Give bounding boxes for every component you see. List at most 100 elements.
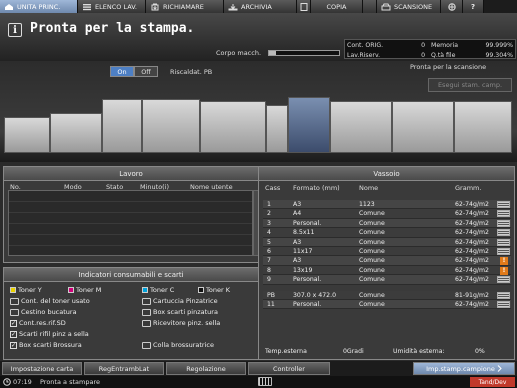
toner-y-icon (10, 287, 16, 293)
table-row[interactable]: 3 Personal. Comune 62-74g/m2 (263, 218, 511, 229)
cont-orig-label: Cont. ORIG. (347, 41, 384, 49)
document-icon (300, 2, 307, 11)
corpo-level-bar (268, 50, 340, 56)
consumabili-panel: Indicatori consumabili e scarti Toner Y … (3, 267, 259, 360)
heating-toggle[interactable]: On Off (110, 66, 158, 77)
counters-panel: Cont. ORIG. 0 Memoria 99.999% Lav.Riserv… (344, 39, 516, 59)
tray-nome: Comune (359, 257, 385, 265)
off-button[interactable]: Off (134, 66, 158, 77)
lav-riserv-value: 0 (421, 51, 425, 59)
help-icon: ? (470, 2, 476, 11)
tab-copia[interactable]: COPIA (311, 0, 363, 13)
checkbox-icon: ✓ (10, 319, 17, 327)
tray-cass: 6 (267, 247, 271, 255)
keyboard-icon[interactable] (258, 377, 272, 386)
job-list[interactable] (8, 190, 253, 256)
tray-gramm: 62-74g/m2 (455, 247, 489, 255)
column-header: Formato (mm) (293, 184, 340, 192)
box-scarti-pinzatura[interactable]: Box scarti pinzatura (142, 308, 218, 316)
machine-unit (50, 113, 102, 153)
table-row[interactable]: 8 13x19 Comune 62-74g/m2! (263, 265, 511, 276)
tray-formato: 8.5x11 (293, 229, 315, 237)
cestino-bucatura[interactable]: Cestino bucatura (10, 308, 77, 316)
machine-unit (454, 101, 512, 153)
tab-elenco-lav[interactable]: ELENCO LAV. (78, 0, 146, 13)
cont-res-rif-sd[interactable]: ✓ Cont.res.rif.SD (10, 319, 66, 327)
ricevitore-pinz-sella[interactable]: Ricevitore pinz. sella (142, 319, 220, 327)
lavoro-title: Lavoro (4, 167, 258, 181)
table-row[interactable]: 11 Personal. Comune 62-74g/m2 (263, 299, 511, 310)
qta-file-label: Q.tà file (431, 51, 456, 59)
toner-c[interactable]: Toner C (142, 286, 174, 294)
bottom-button-bar: Impostazione carta RegEntrambLat Regolaz… (0, 361, 517, 376)
tray-gramm: 62-74g/m2 (455, 229, 489, 237)
table-row[interactable]: 2 A4 Comune 62-74g/m2 (263, 209, 511, 219)
scan-status: Pronta per la scansione (410, 63, 487, 71)
tray-cass: PB (267, 291, 275, 299)
vassoio-panel: Vassoio Cass Formato (mm) Nome Gramm. 1 A… (258, 166, 515, 360)
toner-m[interactable]: Toner M (68, 286, 101, 294)
glue-icon (142, 341, 151, 349)
qta-file-value: 99.304% (485, 51, 513, 59)
cont-toner-usato[interactable]: Cont. del toner usato (10, 297, 90, 305)
lavoro-panel: Lavoro No. Modo Stato Minuto(i) Nome ute… (3, 166, 261, 263)
table-row[interactable]: 5 A3 Comune 62-74g/m2 (263, 237, 511, 247)
table-row[interactable]: PB 307.0 x 472.0 Comune 81-91g/m2 (263, 290, 511, 300)
table-row[interactable]: 6 11x17 Comune 62-74g/m2 (263, 246, 511, 257)
scarti-rifil-pinz-sella[interactable]: ✓ Scarti rifil pinz a sella (10, 330, 89, 338)
store-icon (228, 3, 238, 10)
machine-unit (4, 117, 50, 153)
paper-level-icon (497, 219, 510, 227)
tab-richiamare[interactable]: RICHIAMARE (146, 0, 224, 13)
tab-archivia[interactable]: ARCHIVIA (224, 0, 297, 13)
table-row[interactable]: 7 A3 Comune 62-74g/m2! (263, 256, 511, 266)
tray-nome: Comune (359, 291, 385, 299)
tray-formato: Personal. (293, 219, 322, 227)
list-item[interactable] (9, 224, 252, 235)
impostazione-carta-button[interactable]: Impostazione carta (2, 362, 82, 375)
table-row[interactable]: 1 A3 1123 62-74g/m2 (263, 200, 511, 210)
tab-extra-2[interactable] (363, 0, 377, 13)
tab-scansione[interactable]: SCANSIONE (377, 0, 441, 13)
box-scarti-brossura[interactable]: ✓ Box scarti Brossura (10, 341, 82, 349)
on-button[interactable]: On (110, 66, 134, 77)
toner-k[interactable]: Toner K (198, 286, 230, 294)
sample-print-button[interactable]: Esegui stam. camp. (428, 78, 512, 92)
corpo-label: Corpo macch. (216, 49, 262, 57)
paper-level-icon (497, 291, 510, 299)
tray-formato: A3 (293, 201, 302, 208)
table-row[interactable]: 9 Personal. Comune 62-74g/m2 (263, 275, 511, 285)
colla-brossuratrice[interactable]: Colla brossuratrice (142, 341, 214, 349)
machine-unit (102, 99, 142, 153)
saddle-icon (142, 319, 151, 327)
imp-stamp-campione-button[interactable]: Imp.stamp.campione (413, 362, 515, 375)
list-item[interactable] (9, 213, 252, 224)
regolazione-button[interactable]: Regolazione (166, 362, 246, 375)
tray-nome: Comune (359, 300, 385, 308)
environment-footer: Temp.esterna 0Gradi Umidità esterna: 0% (263, 347, 511, 356)
regentramblat-button[interactable]: RegEntrambLat (84, 362, 164, 375)
tray-formato: A3 (293, 238, 302, 246)
toner-m-icon (68, 287, 74, 293)
punch-icon (10, 308, 19, 316)
consumabili-title: Indicatori consumabili e scarti (4, 268, 258, 282)
job-list-icon (83, 3, 91, 10)
tab-unita-princ[interactable]: UNITA PRINC. (0, 0, 78, 13)
tandev-badge[interactable]: Tand/Dev (470, 377, 515, 387)
cartuccia-pinzatrice[interactable]: Cartuccia Pinzatrice (142, 297, 218, 305)
tab-globe[interactable] (441, 0, 463, 13)
list-item[interactable] (9, 202, 252, 213)
controller-button[interactable]: Controller (248, 362, 330, 375)
consumabili-list: Toner Y Toner M Toner C Toner K Cont. de… (6, 282, 258, 358)
tray-gramm: 62-74g/m2 (455, 300, 489, 308)
list-item[interactable] (9, 235, 252, 246)
tray-cass: 5 (267, 238, 271, 246)
tab-help[interactable]: ? (463, 0, 484, 13)
list-item[interactable] (9, 191, 252, 202)
tray-gramm: 62-74g/m2 (455, 238, 489, 246)
tab-extra[interactable] (297, 0, 311, 13)
table-row[interactable]: 4 8.5x11 Comune 62-74g/m2 (263, 228, 511, 238)
column-header: Cass (265, 184, 281, 192)
toner-y[interactable]: Toner Y (10, 286, 42, 294)
tray-formato: Personal. (293, 276, 322, 284)
